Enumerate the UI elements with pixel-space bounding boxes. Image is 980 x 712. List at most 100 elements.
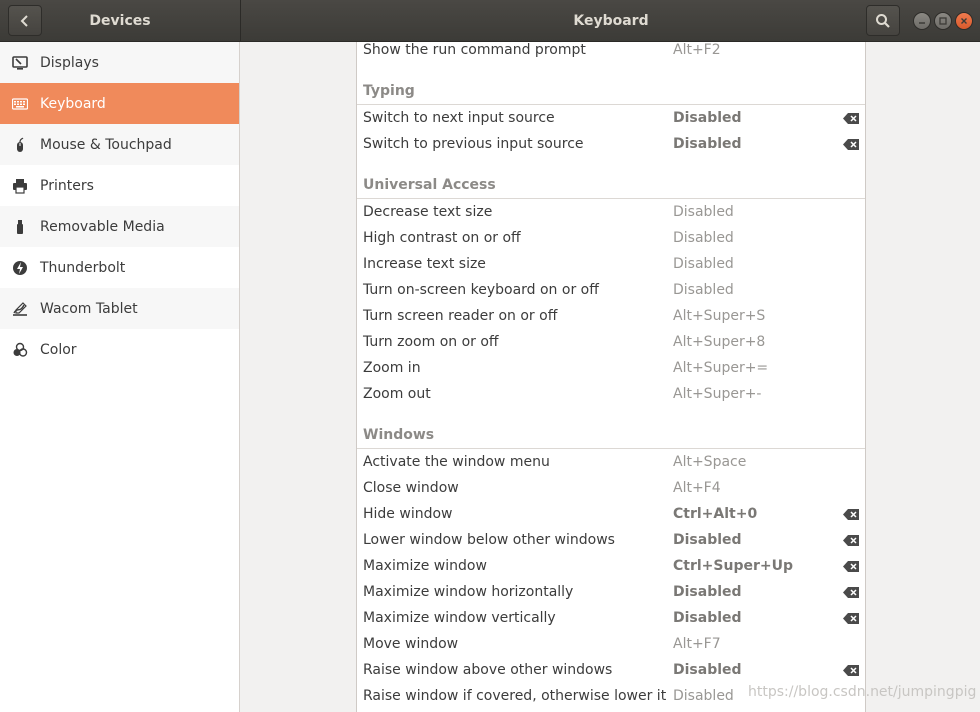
reset-shortcut-icon[interactable] xyxy=(843,509,859,520)
shortcut-accel: Ctrl+Alt+0 xyxy=(673,506,758,522)
shortcut-name: Turn screen reader on or off xyxy=(363,308,558,324)
shortcut-accel: Disabled xyxy=(673,204,734,220)
back-button[interactable] xyxy=(8,5,42,36)
shortcut-accel: Disabled xyxy=(673,136,742,152)
shortcut-name: Hide window xyxy=(363,506,453,522)
shortcut-accel: Alt+Space xyxy=(673,454,747,470)
shortcut-name: Zoom out xyxy=(363,386,431,402)
shortcut-accel: Alt+F4 xyxy=(673,480,721,496)
shortcut-name: Raise window if covered, otherwise lower… xyxy=(363,688,667,704)
shortcut-name: Move window xyxy=(363,636,459,652)
reset-shortcut-icon[interactable] xyxy=(843,113,859,124)
sidebar: Displays Keyboard Mouse & Touchpad Print… xyxy=(0,42,240,712)
sidebar-item-label: Printers xyxy=(40,177,94,194)
sidebar-item-label: Removable Media xyxy=(40,218,165,235)
shortcut-name: Show the run command prompt xyxy=(363,42,586,58)
sidebar-item-thunderbolt[interactable]: Thunderbolt xyxy=(0,247,239,288)
reset-shortcut-icon[interactable] xyxy=(843,613,859,624)
shortcut-row[interactable]: Raise window above other windows Disable… xyxy=(357,657,865,683)
shortcut-row[interactable]: Zoom out Alt+Super+- xyxy=(357,381,865,407)
sidebar-item-printers[interactable]: Printers xyxy=(0,165,239,206)
shortcut-name: Activate the window menu xyxy=(363,454,550,470)
usb-drive-icon xyxy=(12,219,28,235)
window-controls xyxy=(913,12,973,30)
shortcut-name: Switch to next input source xyxy=(363,110,555,126)
shortcut-accel: Disabled xyxy=(673,110,742,126)
shortcut-row[interactable]: Hide window Ctrl+Alt+0 xyxy=(357,501,865,527)
search-button[interactable] xyxy=(866,5,900,36)
shortcut-accel: Ctrl+Super+Up xyxy=(673,558,793,574)
shortcut-name: Lower window below other windows xyxy=(363,532,615,548)
shortcut-name: Maximize window horizontally xyxy=(363,584,574,600)
shortcut-row[interactable]: Turn screen reader on or off Alt+Super+S xyxy=(357,303,865,329)
reset-shortcut-icon[interactable] xyxy=(843,139,859,150)
shortcut-accel: Disabled xyxy=(673,230,734,246)
shortcut-row[interactable]: Increase text size Disabled xyxy=(357,251,865,277)
shortcut-accel: Disabled xyxy=(673,584,742,600)
shortcut-accel: Disabled xyxy=(673,610,742,626)
shortcut-name: Maximize window vertically xyxy=(363,610,556,626)
shortcut-name: High contrast on or off xyxy=(363,230,521,246)
shortcut-row[interactable]: Decrease text size Disabled xyxy=(357,199,865,225)
sidebar-item-keyboard[interactable]: Keyboard xyxy=(0,83,239,124)
shortcut-list[interactable]: Show the run command prompt Alt+F2 Typin… xyxy=(356,42,866,712)
shortcut-name: Switch to previous input source xyxy=(363,136,584,152)
header-bar: Devices Keyboard xyxy=(0,0,980,42)
shortcut-name: Increase text size xyxy=(363,256,486,272)
reset-shortcut-icon[interactable] xyxy=(843,587,859,598)
shortcut-accel: Disabled xyxy=(673,282,734,298)
shortcut-row[interactable]: Switch to next input source Disabled xyxy=(357,105,865,131)
shortcut-row[interactable]: Maximize window horizontally Disabled xyxy=(357,579,865,605)
section-title: Typing xyxy=(363,83,415,99)
search-icon xyxy=(876,13,890,28)
sidebar-item-displays[interactable]: Displays xyxy=(0,42,239,83)
sidebar-item-label: Displays xyxy=(40,54,99,71)
shortcut-row[interactable]: High contrast on or off Disabled xyxy=(357,225,865,251)
shortcut-row[interactable]: Maximize window Ctrl+Super+Up xyxy=(357,553,865,579)
shortcut-row[interactable]: Turn zoom on or off Alt+Super+8 xyxy=(357,329,865,355)
shortcut-accel: Alt+F7 xyxy=(673,636,721,652)
shortcut-accel: Disabled xyxy=(673,532,742,548)
shortcut-accel: Disabled xyxy=(673,688,734,704)
sidebar-item-mouse-touchpad[interactable]: Mouse & Touchpad xyxy=(0,124,239,165)
shortcut-row[interactable]: Move window Alt+F7 xyxy=(357,631,865,657)
minimize-button[interactable] xyxy=(913,12,931,30)
tablet-icon xyxy=(12,301,28,317)
shortcut-accel: Alt+Super+8 xyxy=(673,334,766,350)
sidebar-item-label: Wacom Tablet xyxy=(40,300,138,317)
shortcut-name: Raise window above other windows xyxy=(363,662,613,678)
sidebar-item-removable-media[interactable]: Removable Media xyxy=(0,206,239,247)
close-icon xyxy=(961,18,967,24)
shortcut-row[interactable]: Activate the window menu Alt+Space xyxy=(357,449,865,475)
watermark: https://blog.csdn.net/jumpingpig xyxy=(748,684,977,700)
shortcut-row[interactable]: Show the run command prompt Alt+F2 xyxy=(357,37,865,63)
sidebar-item-label: Thunderbolt xyxy=(40,259,126,276)
thunderbolt-icon xyxy=(12,260,28,276)
sidebar-item-wacom-tablet[interactable]: Wacom Tablet xyxy=(0,288,239,329)
shortcut-accel: Disabled xyxy=(673,256,734,272)
shortcut-row[interactable]: Lower window below other windows Disable… xyxy=(357,527,865,553)
mouse-icon xyxy=(12,137,28,153)
sidebar-item-color[interactable]: Color xyxy=(0,329,239,370)
shortcut-row[interactable]: Turn on-screen keyboard on or off Disabl… xyxy=(357,277,865,303)
color-icon xyxy=(12,342,28,358)
display-icon xyxy=(12,55,28,71)
section-header-universal-access: Universal Access xyxy=(357,169,865,199)
shortcut-name: Turn zoom on or off xyxy=(363,334,499,350)
printer-icon xyxy=(12,178,28,194)
shortcut-name: Turn on-screen keyboard on or off xyxy=(363,282,599,298)
reset-shortcut-icon[interactable] xyxy=(843,665,859,676)
maximize-button[interactable] xyxy=(934,12,952,30)
sidebar-item-label: Mouse & Touchpad xyxy=(40,136,172,153)
reset-shortcut-icon[interactable] xyxy=(843,561,859,572)
shortcut-row[interactable]: Switch to previous input source Disabled xyxy=(357,131,865,157)
shortcut-name: Maximize window xyxy=(363,558,487,574)
shortcut-row[interactable]: Close window Alt+F4 xyxy=(357,475,865,501)
close-button[interactable] xyxy=(955,12,973,30)
main-content: Show the run command prompt Alt+F2 Typin… xyxy=(241,42,980,712)
shortcut-row[interactable]: Zoom in Alt+Super+= xyxy=(357,355,865,381)
shortcut-row[interactable]: Maximize window vertically Disabled xyxy=(357,605,865,631)
shortcut-accel: Alt+Super+S xyxy=(673,308,766,324)
reset-shortcut-icon[interactable] xyxy=(843,535,859,546)
section-title: Universal Access xyxy=(363,177,496,193)
